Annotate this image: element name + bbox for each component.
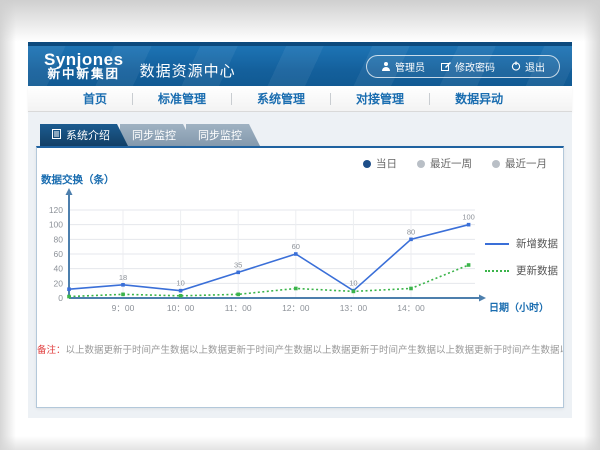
tab-system-intro[interactable]: 系统介绍 [40, 124, 128, 146]
power-icon [511, 61, 521, 71]
radio-today-dot [363, 160, 371, 168]
nav-item-standard-mgmt[interactable]: 标准管理 [133, 90, 231, 107]
svg-text:12：00: 12：00 [282, 303, 310, 313]
footnote-text: 以上数据更新于时间产生数据以上数据更新于时间产生数据以上数据更新于时间产生数据以… [66, 345, 563, 356]
page-container: Synjones 新中新集团 数据资源中心 管理员 修改密码 [28, 42, 572, 418]
user-icon [381, 61, 391, 71]
radio-last-month-dot [492, 160, 500, 168]
svg-text:60: 60 [54, 249, 64, 259]
svg-text:80: 80 [407, 227, 415, 236]
svg-text:数据交换（条）: 数据交换（条） [40, 173, 115, 186]
legend-item-updated-data[interactable]: 更新数据 [485, 263, 558, 278]
svg-text:9：00: 9：00 [112, 303, 135, 313]
tab-sync-monitor-2-label: 同步监控 [198, 127, 242, 143]
radio-last-week[interactable]: 最近一周 [417, 156, 472, 171]
tab-system-intro-label: 系统介绍 [66, 127, 110, 143]
radio-today-label: 当日 [376, 156, 397, 171]
radio-last-week-dot [417, 160, 425, 168]
nav-item-system-mgmt[interactable]: 系统管理 [232, 90, 330, 107]
brand-logo-cn: 新中新集团 [44, 68, 124, 81]
svg-text:20: 20 [54, 278, 64, 288]
nav-item-docking-mgmt[interactable]: 对接管理 [331, 90, 429, 107]
radio-last-week-label: 最近一周 [430, 156, 472, 171]
header: Synjones 新中新集团 数据资源中心 管理员 修改密码 [28, 42, 572, 86]
svg-text:0: 0 [58, 293, 63, 303]
tab-bar: 系统介绍 同步监控 同步监控 [36, 124, 564, 146]
main-nav: 首页 标准管理 系统管理 对接管理 数据异动 [28, 86, 572, 112]
user-menu: 管理员 修改密码 退出 [366, 55, 560, 78]
svg-text:11：00: 11：00 [225, 303, 252, 313]
page-title: 数据资源中心 [140, 60, 236, 81]
chart-area: 0 20 40 60 80 100 120 9：00 10：00 11：00 12：00 13：00 1… [37, 172, 563, 322]
footnote: 备注：以上数据更新于时间产生数据以上数据更新于时间产生数据以上数据更新于时间产生… [37, 342, 563, 356]
line-chart: 0 20 40 60 80 100 120 9：00 10：00 11：00 12：00 13：00 1… [37, 172, 561, 322]
user-menu-admin[interactable]: 管理员 [381, 59, 425, 74]
svg-text:40: 40 [54, 264, 64, 274]
user-menu-change-password[interactable]: 修改密码 [441, 59, 495, 74]
svg-text:10：00: 10：00 [167, 303, 195, 313]
nav-item-data-change[interactable]: 数据异动 [430, 90, 528, 107]
svg-text:80: 80 [54, 234, 64, 244]
brand-logo: Synjones 新中新集团 [44, 51, 124, 82]
user-menu-change-password-label: 修改密码 [455, 59, 495, 74]
chart-panel: 当日 最近一周 最近一月 0 20 40 60 80 100 120 9：00 10：00 11：… [36, 146, 564, 408]
tab-sync-monitor-1-label: 同步监控 [132, 127, 176, 143]
legend-swatch-updated-data [485, 270, 509, 272]
user-menu-admin-label: 管理员 [395, 59, 425, 74]
user-menu-logout[interactable]: 退出 [511, 59, 545, 74]
svg-text:100: 100 [49, 220, 63, 230]
svg-text:18: 18 [119, 273, 127, 282]
document-icon [52, 129, 61, 142]
svg-text:60: 60 [292, 242, 300, 251]
footnote-prefix: 备注： [37, 345, 66, 356]
edit-icon [441, 61, 451, 71]
tab-sync-monitor-2[interactable]: 同步监控 [186, 124, 260, 146]
legend-item-new-data[interactable]: 新增数据 [485, 236, 558, 251]
svg-text:13：00: 13：00 [340, 303, 368, 313]
nav-item-home[interactable]: 首页 [58, 90, 132, 107]
content-area: 系统介绍 同步监控 同步监控 当日 最近一周 [28, 112, 572, 418]
legend-swatch-new-data [485, 243, 509, 245]
chart-legend: 新增数据 更新数据 [485, 236, 558, 278]
svg-text:100: 100 [462, 213, 475, 222]
time-range-filter: 当日 最近一周 最近一月 [37, 148, 563, 170]
legend-label-new-data: 新增数据 [516, 236, 558, 251]
svg-text:14：00: 14：00 [397, 303, 425, 313]
tab-sync-monitor-1[interactable]: 同步监控 [120, 124, 194, 146]
legend-label-updated-data: 更新数据 [516, 263, 558, 278]
radio-today[interactable]: 当日 [363, 156, 397, 171]
svg-text:120: 120 [49, 205, 63, 215]
svg-text:10: 10 [176, 279, 184, 288]
svg-text:35: 35 [234, 260, 242, 269]
radio-last-month[interactable]: 最近一月 [492, 156, 547, 171]
radio-last-month-label: 最近一月 [505, 156, 547, 171]
viewport: Synjones 新中新集团 数据资源中心 管理员 修改密码 [0, 0, 600, 450]
user-menu-logout-label: 退出 [525, 59, 545, 74]
brand-logo-en: Synjones [44, 51, 124, 69]
svg-text:日期（小时）: 日期（小时） [489, 301, 549, 314]
svg-text:10: 10 [349, 279, 357, 288]
